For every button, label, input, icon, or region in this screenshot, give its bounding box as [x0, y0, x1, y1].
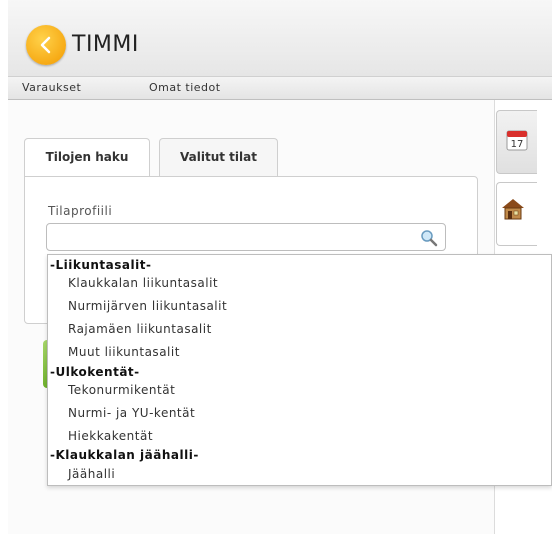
- sidebar-tab-facilities[interactable]: [496, 182, 537, 246]
- search-icon[interactable]: [420, 229, 438, 247]
- tilaprofiili-label: Tilaprofiili: [48, 204, 113, 218]
- option-nurmi-ja-yu-kentat[interactable]: Nurmi- ja YU-kentät: [68, 406, 195, 420]
- option-klaukkalan-liikuntasalit[interactable]: Klaukkalan liikuntasalit: [68, 276, 218, 290]
- calendar-day: 17: [511, 139, 524, 150]
- option-nurmijarven-liikuntasalit[interactable]: Nurmijärven liikuntasalit: [68, 299, 227, 313]
- calendar-icon: 17: [506, 130, 528, 151]
- tilaprofiili-dropdown: -Liikuntasalit- Klaukkalan liikuntasalit…: [47, 254, 552, 486]
- app-title: TIMMI: [72, 32, 139, 57]
- option-tekonurmikentat[interactable]: Tekonurmikentät: [68, 383, 175, 397]
- group-ulkokentat: -Ulkokentät-: [50, 365, 140, 379]
- group-liikuntasalit: -Liikuntasalit-: [50, 258, 152, 272]
- app-header: TIMMI: [8, 0, 552, 77]
- menu-item-varaukset[interactable]: Varaukset: [22, 81, 81, 94]
- back-arrow-icon[interactable]: [26, 25, 66, 65]
- option-hiekkakentat[interactable]: Hiekkakentät: [68, 429, 153, 443]
- option-jaahalli[interactable]: Jäähalli: [68, 467, 115, 481]
- menu-item-omat-tiedot[interactable]: Omat tiedot: [149, 81, 221, 94]
- option-rajamaen-liikuntasalit[interactable]: Rajamäen liikuntasalit: [68, 322, 212, 336]
- top-menu: Varaukset Omat tiedot: [8, 77, 552, 100]
- house-icon: [502, 199, 524, 220]
- tab-tilojen-haku[interactable]: Tilojen haku: [24, 138, 150, 178]
- option-muut-liikuntasalit[interactable]: Muut liikuntasalit: [68, 345, 180, 359]
- group-klaukkalan-jaahalli: -Klaukkalan jäähalli-: [50, 448, 199, 462]
- tab-valitut-tilat[interactable]: Valitut tilat: [159, 138, 278, 177]
- tilaprofiili-input[interactable]: [46, 223, 446, 251]
- sidebar-tab-calendar[interactable]: 17: [496, 110, 537, 174]
